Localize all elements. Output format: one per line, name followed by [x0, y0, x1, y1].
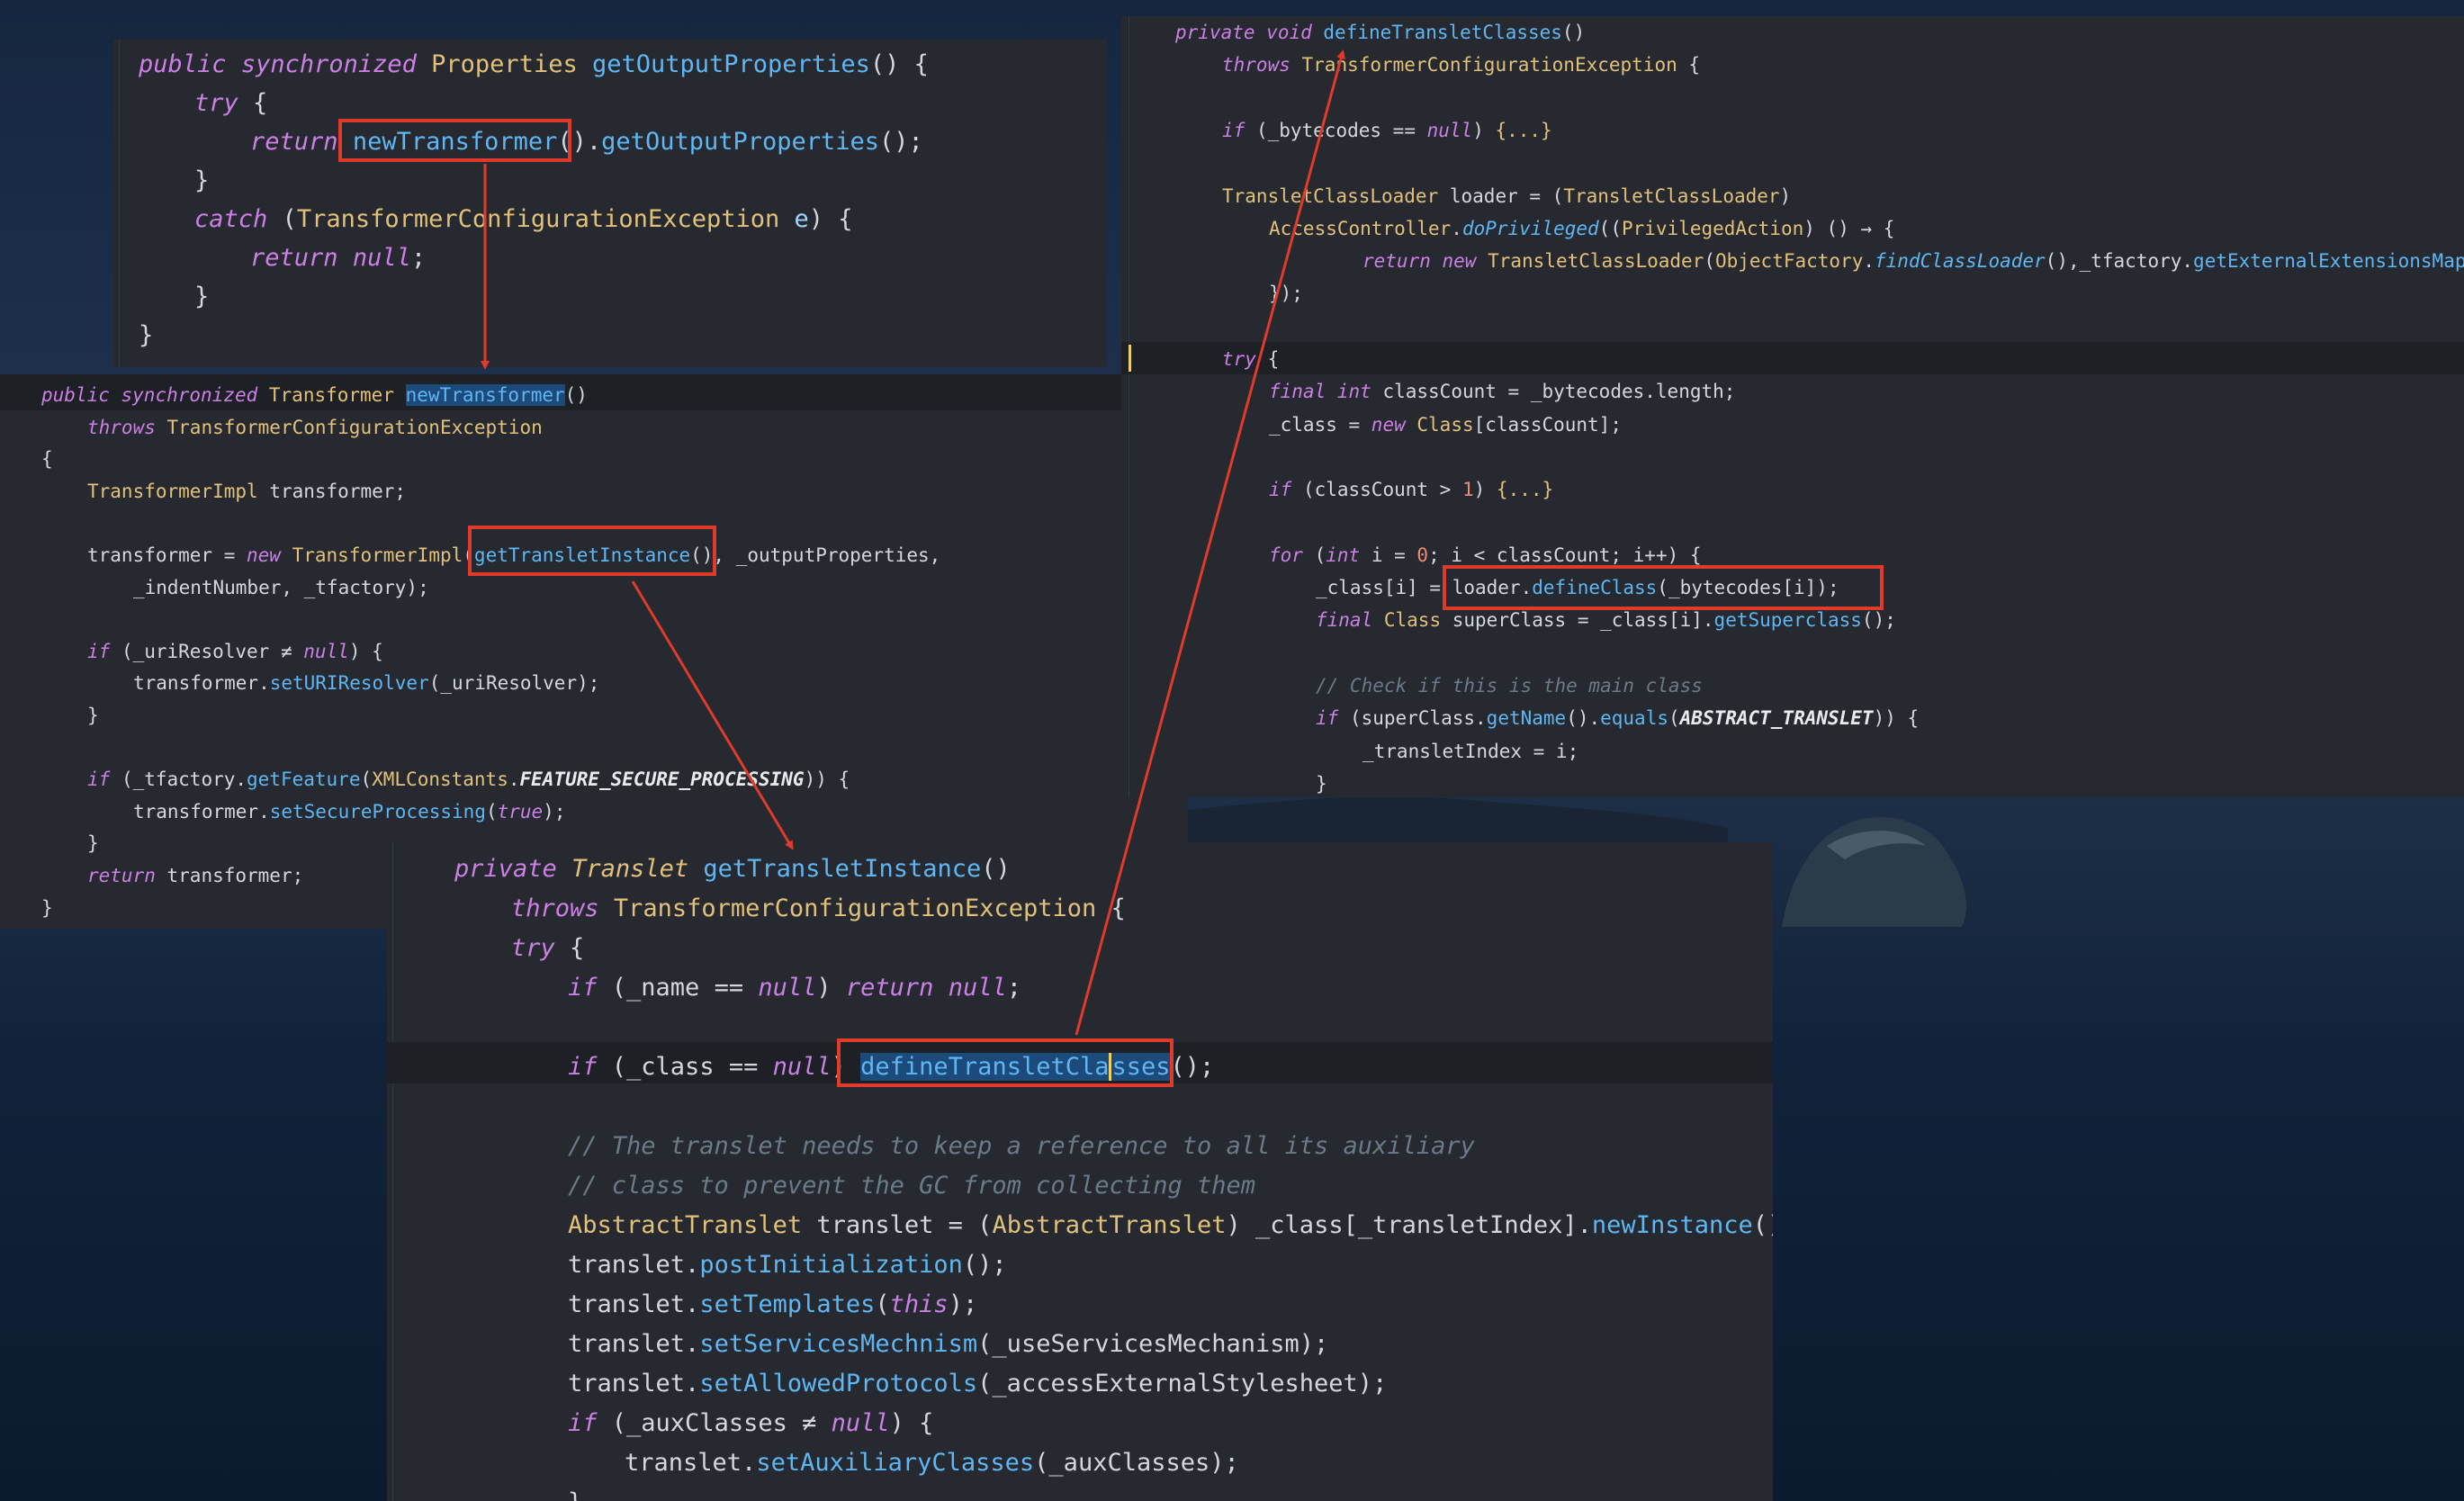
call-flow-arrows: [481, 49, 1345, 1036]
arrow-to-define-translet-classes: [1075, 49, 1345, 1036]
arrow-to-get-translet-instance: [631, 580, 794, 850]
